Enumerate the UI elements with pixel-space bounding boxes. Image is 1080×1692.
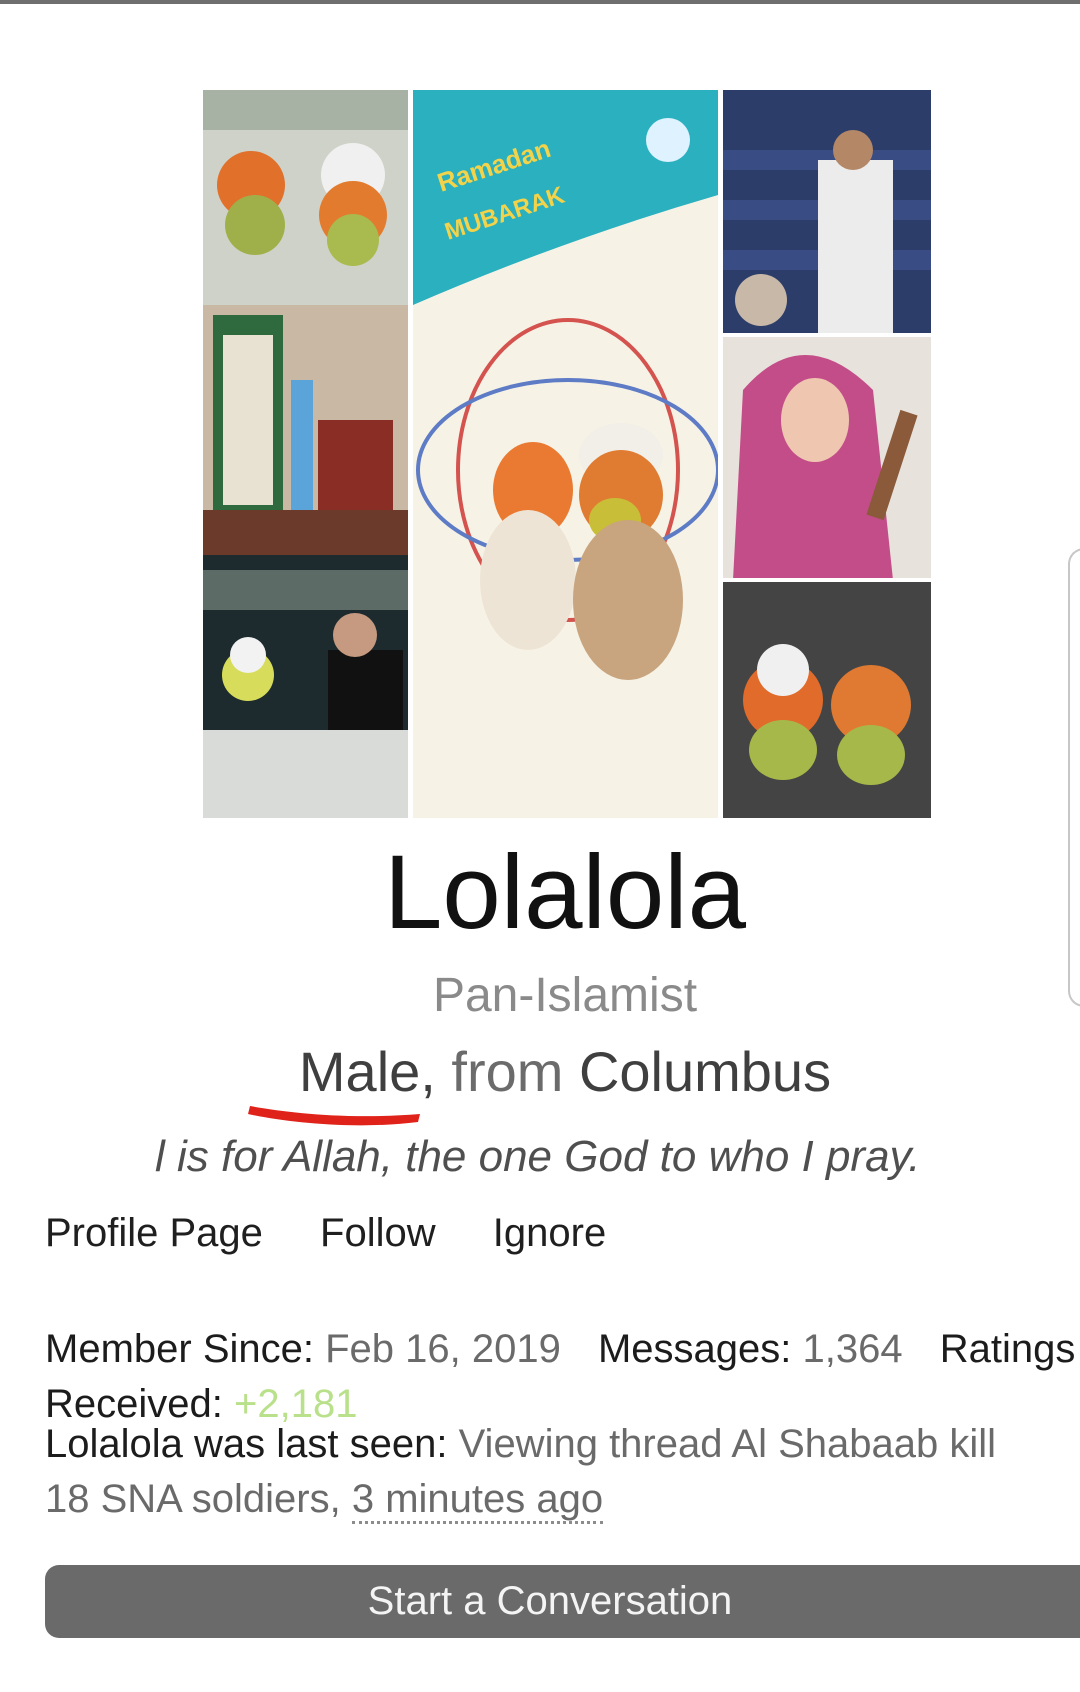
member-since-label: Member Since: <box>45 1327 314 1371</box>
start-conversation-button[interactable]: Start a Conversation <box>45 1565 1080 1638</box>
profile-user-blurb: Male, from Columbus <box>0 1040 1080 1104</box>
last-seen-label: Lolalola was last seen: <box>45 1422 448 1466</box>
red-underline-mark <box>248 1106 420 1126</box>
top-status-bar <box>0 0 1080 4</box>
messages-label: Messages: <box>597 1327 792 1371</box>
profile-from-word: from <box>451 1040 564 1103</box>
last-seen-info: Lolalola was last seen: Viewing thread A… <box>45 1417 1045 1527</box>
profile-links: Profile Page Follow Ignore <box>45 1208 652 1258</box>
profile-avatar[interactable]: Ramadan MUBARAK <box>203 90 931 818</box>
member-since-value: Feb 16, 2019 <box>325 1327 561 1371</box>
profile-stats: Member Since: Feb 16, 2019 Messages: 1,3… <box>45 1322 1080 1432</box>
profile-location: Columbus <box>578 1040 832 1103</box>
ignore-link[interactable]: Ignore <box>493 1211 606 1255</box>
messages-value[interactable]: 1,364 <box>803 1327 903 1371</box>
profile-user-title: Pan-Islamist <box>432 969 698 1022</box>
profile-username: Lolalola <box>384 834 746 951</box>
follow-link[interactable]: Follow <box>320 1211 436 1255</box>
profile-signature: l is for Allah, the one God to who I pra… <box>155 1132 921 1181</box>
last-seen-time: 3 minutes ago <box>351 1477 604 1524</box>
avatar-collage-image: Ramadan MUBARAK <box>203 90 931 818</box>
profile-page-link[interactable]: Profile Page <box>45 1211 263 1255</box>
start-conversation-label: Start a Conversation <box>367 1579 733 1623</box>
